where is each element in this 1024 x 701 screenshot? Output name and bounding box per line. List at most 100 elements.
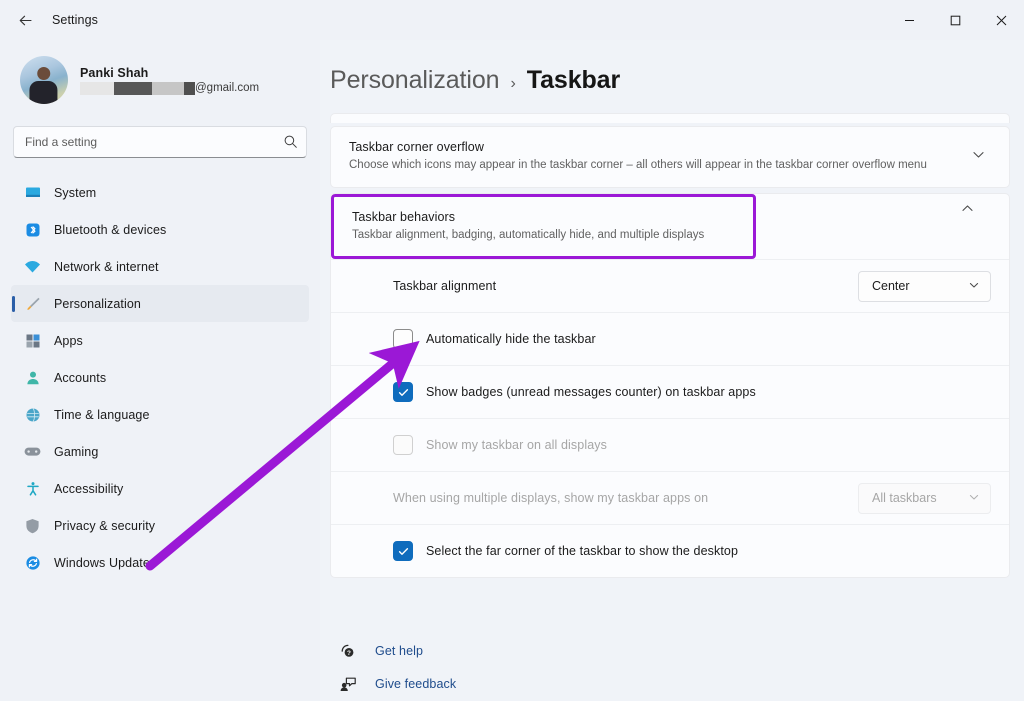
close-button[interactable] bbox=[978, 0, 1024, 40]
clock-globe-icon bbox=[24, 406, 41, 423]
chevron-up-icon[interactable] bbox=[954, 201, 981, 221]
row-label: Show my taskbar on all displays bbox=[426, 438, 607, 453]
annotation-highlight-box: Taskbar behaviors Taskbar alignment, bad… bbox=[331, 193, 756, 260]
dropdown-value: All taskbars bbox=[872, 491, 937, 506]
maximize-button[interactable] bbox=[932, 0, 978, 40]
minimize-icon bbox=[904, 19, 914, 21]
settings-window: Settings Panki Shah @gmail.com Find a se… bbox=[0, 0, 1024, 701]
settings-scroll-area[interactable]: Taskbar corner overflow Choose which ico… bbox=[330, 113, 1010, 619]
maximize-icon bbox=[950, 15, 960, 25]
card-subtitle: Taskbar alignment, badging, automaticall… bbox=[352, 228, 705, 241]
paintbrush-icon bbox=[24, 295, 41, 312]
checkbox-show-taskbar-all-displays bbox=[393, 435, 413, 456]
footer-link-label: Get help bbox=[375, 643, 424, 658]
back-button[interactable] bbox=[8, 5, 42, 35]
gamepad-icon bbox=[24, 443, 41, 460]
sidebar-item-label: Gaming bbox=[54, 444, 99, 459]
checkbox-show-badges[interactable] bbox=[393, 382, 413, 403]
account-tile[interactable]: Panki Shah @gmail.com bbox=[11, 40, 309, 114]
card-header-taskbar-corner-overflow[interactable]: Taskbar corner overflow Choose which ico… bbox=[331, 127, 1009, 187]
minimize-button[interactable] bbox=[886, 0, 932, 40]
sidebar: Panki Shah @gmail.com Find a setting Sys… bbox=[0, 40, 320, 701]
sidebar-item-system[interactable]: System bbox=[11, 174, 309, 211]
footer-link-label: Give feedback bbox=[375, 676, 457, 691]
apps-icon bbox=[24, 332, 41, 349]
sidebar-item-network-internet[interactable]: Network & internet bbox=[11, 248, 309, 285]
account-name: Panki Shah bbox=[80, 65, 149, 80]
row-multiple-displays-apps: When using multiple displays, show my ta… bbox=[331, 471, 1009, 524]
sidebar-item-personalization[interactable]: Personalization bbox=[11, 285, 309, 322]
give-feedback-link[interactable]: Give feedback bbox=[338, 674, 1010, 693]
page-title: Taskbar bbox=[526, 66, 621, 94]
chevron-down-icon bbox=[968, 279, 980, 294]
card-title: Taskbar behaviors bbox=[352, 209, 456, 224]
bluetooth-icon bbox=[24, 221, 41, 238]
sidebar-item-apps[interactable]: Apps bbox=[11, 322, 309, 359]
row-select-far-corner: Select the far corner of the taskbar to … bbox=[331, 524, 1009, 577]
row-automatically-hide-taskbar: Automatically hide the taskbar bbox=[331, 312, 1009, 365]
breadcrumb-parent[interactable]: Personalization bbox=[330, 66, 500, 95]
window-title: Settings bbox=[52, 13, 98, 27]
card-subtitle: Choose which icons may appear in the tas… bbox=[349, 159, 927, 171]
breadcrumb-separator: › bbox=[510, 75, 516, 92]
sidebar-item-label: System bbox=[54, 185, 97, 200]
checkmark-icon bbox=[398, 388, 408, 396]
search-box bbox=[13, 126, 307, 158]
card-taskbar-behaviors: Taskbar behaviors Taskbar alignment, bad… bbox=[330, 192, 1010, 579]
monitor-icon bbox=[24, 184, 41, 201]
sidebar-item-time-language[interactable]: Time & language bbox=[11, 396, 309, 433]
checkmark-icon bbox=[398, 547, 408, 555]
card-taskbar-corner-overflow: Taskbar corner overflow Choose which ico… bbox=[330, 126, 1010, 188]
sidebar-item-label: Windows Update bbox=[54, 555, 150, 570]
row-show-badges: Show badges (unread messages counter) on… bbox=[331, 365, 1009, 418]
multiple-displays-dropdown: All taskbars bbox=[858, 482, 991, 514]
sidebar-item-label: Apps bbox=[54, 333, 83, 348]
update-icon bbox=[24, 554, 41, 571]
sidebar-item-label: Time & language bbox=[54, 407, 150, 422]
breadcrumb: Personalization › Taskbar bbox=[330, 40, 1010, 113]
sidebar-item-bluetooth-devices[interactable]: Bluetooth & devices bbox=[11, 211, 309, 248]
svg-text:?: ? bbox=[347, 650, 351, 657]
search-input[interactable] bbox=[13, 126, 307, 158]
sidebar-item-label: Privacy & security bbox=[54, 518, 156, 533]
row-taskbar-alignment: Taskbar alignment Center bbox=[331, 259, 1009, 312]
row-label: Select the far corner of the taskbar to … bbox=[426, 544, 739, 559]
sidebar-item-label: Personalization bbox=[54, 296, 141, 311]
feedback-icon bbox=[338, 674, 357, 693]
row-label: When using multiple displays, show my ta… bbox=[393, 491, 709, 506]
account-email: @gmail.com bbox=[80, 81, 260, 95]
dropdown-value: Center bbox=[872, 279, 910, 294]
sidebar-item-label: Network & internet bbox=[54, 259, 159, 274]
chevron-down-icon bbox=[968, 491, 980, 506]
settings-cards: Taskbar corner overflow Choose which ico… bbox=[330, 113, 1010, 579]
sidebar-item-accessibility[interactable]: Accessibility bbox=[11, 470, 309, 507]
chevron-down-icon[interactable] bbox=[965, 147, 992, 167]
sidebar-item-accounts[interactable]: Accounts bbox=[11, 359, 309, 396]
account-email-suffix: @gmail.com bbox=[195, 82, 260, 94]
taskbar-alignment-dropdown[interactable]: Center bbox=[858, 270, 991, 302]
clipped-card-above bbox=[330, 113, 1010, 123]
footer-links: ? Get help Give feedback bbox=[330, 619, 1010, 701]
sidebar-item-label: Bluetooth & devices bbox=[54, 222, 167, 237]
sidebar-item-privacy-security[interactable]: Privacy & security bbox=[11, 507, 309, 544]
row-label: Show badges (unread messages counter) on… bbox=[426, 385, 756, 400]
back-arrow-icon bbox=[19, 15, 32, 25]
shield-icon bbox=[24, 517, 41, 534]
sidebar-item-windows-update[interactable]: Windows Update bbox=[11, 544, 309, 581]
row-show-taskbar-all-displays: Show my taskbar on all displays bbox=[331, 418, 1009, 471]
close-icon bbox=[996, 15, 1006, 25]
get-help-link[interactable]: ? Get help bbox=[338, 641, 1010, 660]
row-label: Taskbar alignment bbox=[393, 279, 497, 294]
window-body: Panki Shah @gmail.com Find a setting Sys… bbox=[0, 40, 1024, 701]
card-header-taskbar-behaviors[interactable]: Taskbar behaviors Taskbar alignment, bad… bbox=[334, 197, 753, 257]
window-controls bbox=[886, 0, 1024, 40]
sidebar-item-label: Accessibility bbox=[54, 481, 124, 496]
checkbox-automatically-hide-taskbar[interactable] bbox=[393, 329, 413, 350]
wifi-icon bbox=[24, 258, 41, 275]
card-title: Taskbar corner overflow bbox=[349, 140, 484, 154]
sidebar-item-label: Accounts bbox=[54, 370, 107, 385]
person-icon bbox=[24, 369, 41, 386]
title-bar: Settings bbox=[0, 0, 1024, 40]
sidebar-item-gaming[interactable]: Gaming bbox=[11, 433, 309, 470]
checkbox-select-far-corner[interactable] bbox=[393, 541, 413, 562]
